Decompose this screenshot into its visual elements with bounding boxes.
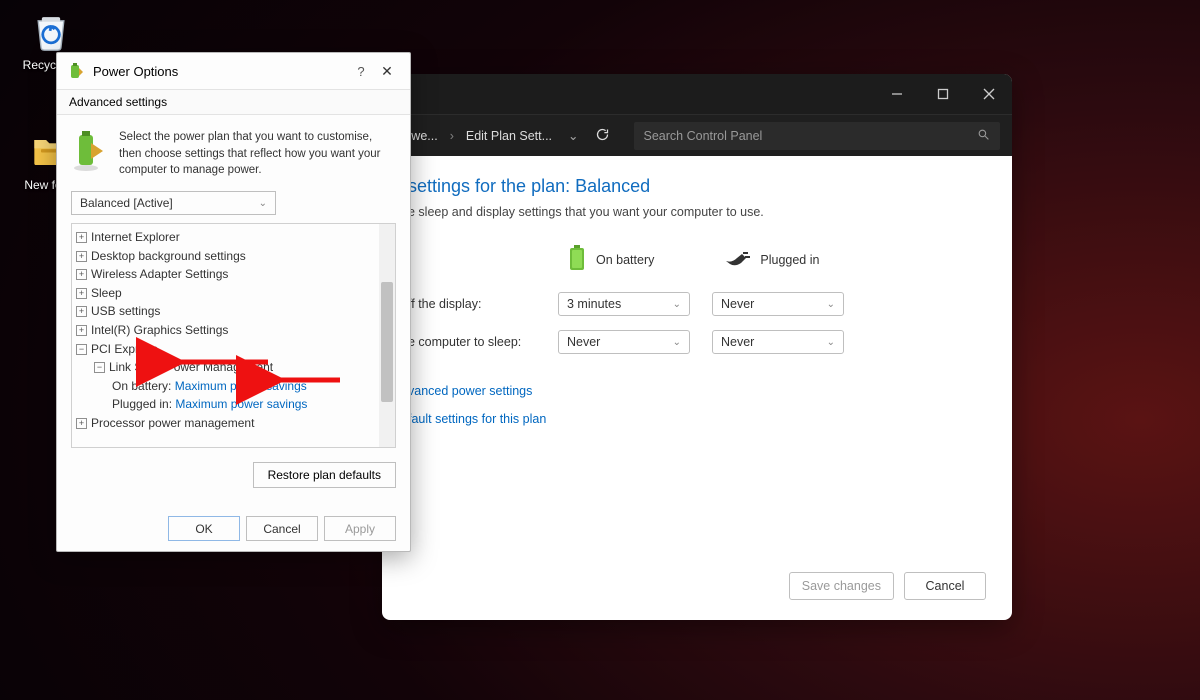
search-placeholder: Search Control Panel <box>644 129 763 143</box>
help-button[interactable]: ? <box>348 64 374 79</box>
expand-icon[interactable]: + <box>76 325 87 336</box>
close-button[interactable]: ✕ <box>374 63 400 80</box>
column-header-battery: On battery <box>568 245 654 274</box>
expand-icon[interactable]: + <box>76 251 87 262</box>
collapse-icon[interactable]: − <box>76 344 87 355</box>
expand-icon[interactable]: + <box>76 232 87 243</box>
chevron-down-icon: ⌄ <box>259 198 267 209</box>
window-titlebar[interactable] <box>382 74 1012 114</box>
tree-node-wireless-adapter[interactable]: +Wireless Adapter Settings <box>76 265 391 284</box>
breadcrumb-separator-icon: › <box>448 129 456 143</box>
select-sleep-plugged[interactable]: Never⌄ <box>712 330 844 354</box>
tree-node-sleep[interactable]: +Sleep <box>76 284 391 303</box>
tree-node-pci-express[interactable]: −PCI Express <box>76 340 391 359</box>
power-options-icon <box>67 62 85 80</box>
save-changes-button[interactable]: Save changes <box>789 572 894 600</box>
search-input[interactable]: Search Control Panel <box>634 122 1000 150</box>
plug-icon <box>724 249 750 270</box>
apply-button[interactable]: Apply <box>324 516 396 541</box>
dialog-intro-text: Select the power plan that you want to c… <box>119 129 396 179</box>
collapse-icon[interactable]: − <box>94 362 105 373</box>
dialog-titlebar[interactable]: Power Options ? ✕ <box>57 53 410 89</box>
address-bar: Powe... › Edit Plan Sett... ⌄ Search Con… <box>382 114 1012 156</box>
chevron-down-icon: ⌄ <box>827 299 835 310</box>
tree-node-processor-power[interactable]: +Processor power management <box>76 414 391 433</box>
settings-tree: +Internet Explorer +Desktop background s… <box>71 223 396 448</box>
maximize-button[interactable] <box>920 74 966 114</box>
search-icon <box>977 128 990 144</box>
power-options-dialog: Power Options ? ✕ Advanced settings Sele… <box>56 52 411 552</box>
tree-node-usb-settings[interactable]: +USB settings <box>76 302 391 321</box>
expand-icon[interactable]: + <box>76 269 87 280</box>
expand-icon[interactable]: + <box>76 288 87 299</box>
battery-icon <box>568 245 586 274</box>
tree-node-link-state[interactable]: −Link State Power Management <box>76 358 391 377</box>
tree-node-internet-explorer[interactable]: +Internet Explorer <box>76 228 391 247</box>
power-plan-dropdown[interactable]: Balanced [Active] ⌄ <box>71 191 276 215</box>
dialog-title: Power Options <box>93 64 348 79</box>
close-button[interactable] <box>966 74 1012 114</box>
column-header-plugged: Plugged in <box>724 249 819 270</box>
expand-icon[interactable]: + <box>76 306 87 317</box>
expand-icon[interactable]: + <box>76 418 87 429</box>
refresh-button[interactable] <box>595 127 610 145</box>
chevron-down-icon: ⌄ <box>827 337 835 348</box>
chevron-down-icon: ⌄ <box>673 299 681 310</box>
row-label-display: ff the display: <box>408 297 558 311</box>
tree-node-desktop-background[interactable]: +Desktop background settings <box>76 247 391 266</box>
minimize-button[interactable] <box>874 74 920 114</box>
page-heading: settings for the plan: Balanced <box>408 176 986 197</box>
page-subheading: e sleep and display settings that you wa… <box>408 205 986 219</box>
link-restore-defaults[interactable]: fault settings for this plan <box>408 412 986 426</box>
power-plan-icon <box>71 129 107 171</box>
chevron-down-icon: ⌄ <box>673 337 681 348</box>
restore-defaults-button[interactable]: Restore plan defaults <box>253 462 396 488</box>
link-advanced-power[interactable]: vanced power settings <box>408 384 986 398</box>
tree-node-intel-graphics[interactable]: +Intel(R) Graphics Settings <box>76 321 391 340</box>
cancel-button[interactable]: Cancel <box>246 516 318 541</box>
breadcrumb-item[interactable]: Edit Plan Sett... <box>464 125 554 147</box>
tree-leaf-plugged-in[interactable]: Plugged in: Maximum power savings <box>76 395 391 414</box>
scrollbar[interactable] <box>379 224 395 447</box>
cancel-button[interactable]: Cancel <box>904 572 986 600</box>
select-display-plugged[interactable]: Never⌄ <box>712 292 844 316</box>
tab-advanced-settings[interactable]: Advanced settings <box>57 89 410 115</box>
select-display-battery[interactable]: 3 minutes⌄ <box>558 292 690 316</box>
chevron-down-icon[interactable]: ⌄ <box>568 128 578 143</box>
scrollbar-thumb[interactable] <box>381 282 393 402</box>
control-panel-body: settings for the plan: Balanced e sleep … <box>382 156 1012 620</box>
row-label-sleep: e computer to sleep: <box>408 335 558 349</box>
recycle-bin-icon <box>27 6 75 54</box>
control-panel-window: Powe... › Edit Plan Sett... ⌄ Search Con… <box>382 74 1012 620</box>
ok-button[interactable]: OK <box>168 516 240 541</box>
select-sleep-battery[interactable]: Never⌄ <box>558 330 690 354</box>
tree-leaf-on-battery[interactable]: On battery: Maximum power savings <box>76 377 391 396</box>
